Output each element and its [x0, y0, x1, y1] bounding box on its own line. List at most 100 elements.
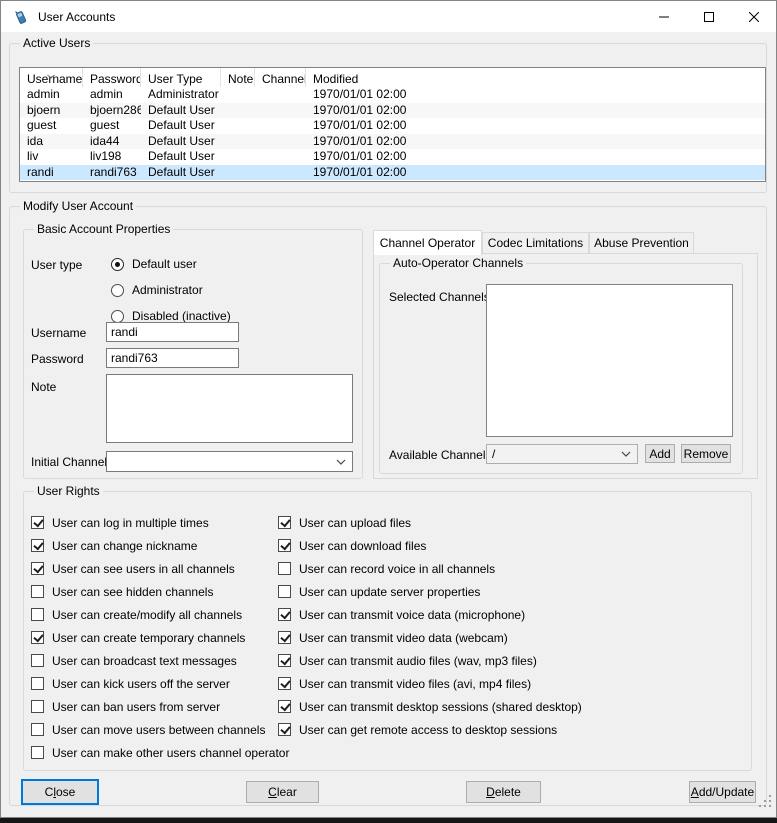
unchecked-checkbox-icon[interactable]: [31, 723, 44, 736]
radio-default-user[interactable]: Default user: [111, 251, 231, 277]
cell-username: randi: [20, 165, 83, 181]
unchecked-checkbox-icon[interactable]: [31, 585, 44, 598]
close-window-button[interactable]: [731, 1, 776, 32]
checked-checkbox-icon[interactable]: [278, 700, 291, 713]
username-label: Username: [31, 326, 86, 340]
checked-checkbox-icon[interactable]: [278, 654, 291, 667]
checked-checkbox-icon[interactable]: [278, 631, 291, 644]
clear-button[interactable]: Clear: [246, 781, 319, 803]
delete-button[interactable]: Delete: [466, 781, 541, 803]
screen: User Accounts Active Users UsernamePassw…: [0, 0, 777, 823]
unchecked-checkbox-icon[interactable]: [31, 746, 44, 759]
tab-abuse-prevention[interactable]: Abuse Prevention: [589, 232, 694, 254]
unchecked-checkbox-icon[interactable]: [31, 654, 44, 667]
checkbox-user-can-transmit-video-files-avi-mp4-files[interactable]: User can transmit video files (avi, mp4 …: [278, 672, 582, 695]
maximize-button[interactable]: [686, 1, 731, 32]
cell-password: admin: [83, 87, 141, 103]
cell-modified: 1970/01/01 02:00: [306, 118, 765, 134]
add-update-button[interactable]: Add/Update: [689, 781, 756, 803]
available-channels-value: /: [492, 447, 495, 461]
user-row-bjoern[interactable]: bjoernbjoern286Default User1970/01/01 02…: [20, 103, 765, 119]
note-field[interactable]: [106, 374, 353, 443]
radio-administrator[interactable]: Administrator: [111, 277, 231, 303]
selected-channels-listbox[interactable]: [486, 284, 733, 437]
checked-checkbox-icon[interactable]: [278, 677, 291, 690]
column-header-user-type[interactable]: User Type: [141, 68, 221, 87]
unchecked-checkbox-icon[interactable]: [31, 700, 44, 713]
checkbox-user-can-download-files[interactable]: User can download files: [278, 534, 582, 557]
active-users-table[interactable]: UsernamePasswordUser TypeNoteChannelModi…: [19, 67, 766, 182]
password-field[interactable]: [106, 348, 239, 368]
close-button[interactable]: Close: [21, 779, 99, 805]
unchecked-checkbox-icon[interactable]: [31, 677, 44, 690]
initial-channel-combobox[interactable]: [106, 451, 353, 472]
unchecked-checkbox-icon[interactable]: [278, 562, 291, 575]
checkbox-label: User can update server properties: [299, 585, 480, 599]
checked-checkbox-icon[interactable]: [31, 562, 44, 575]
radio-icon[interactable]: [111, 310, 124, 323]
user-row-guest[interactable]: guestguestDefault User1970/01/01 02:00: [20, 118, 765, 134]
cell-modified: 1970/01/01 02:00: [306, 149, 765, 165]
add-button[interactable]: Add: [645, 444, 675, 463]
username-field[interactable]: [106, 322, 239, 342]
checkbox-label: User can kick users off the server: [52, 677, 230, 691]
checkbox-user-can-log-in-multiple-times[interactable]: User can log in multiple times: [31, 511, 289, 534]
checkbox-user-can-record-voice-in-all-channels[interactable]: User can record voice in all channels: [278, 557, 582, 580]
checkbox-label: User can transmit video data (webcam): [299, 631, 508, 645]
checkbox-label: User can get remote access to desktop se…: [299, 723, 557, 737]
checked-checkbox-icon[interactable]: [278, 608, 291, 621]
cell-modified: 1970/01/01 02:00: [306, 87, 765, 103]
checkbox-user-can-transmit-desktop-sessions-shared-desktop[interactable]: User can transmit desktop sessions (shar…: [278, 695, 582, 718]
unchecked-checkbox-icon[interactable]: [278, 585, 291, 598]
checked-checkbox-icon[interactable]: [278, 516, 291, 529]
column-header-username[interactable]: Username: [20, 68, 83, 87]
radio-icon[interactable]: [111, 284, 124, 297]
user-row-liv[interactable]: livliv198Default User1970/01/01 02:00: [20, 149, 765, 165]
column-header-channel[interactable]: Channel: [255, 68, 306, 87]
user-row-randi[interactable]: randirandi763Default User1970/01/01 02:0…: [20, 165, 765, 181]
checkbox-user-can-transmit-voice-data-microphone[interactable]: User can transmit voice data (microphone…: [278, 603, 582, 626]
checkbox-user-can-move-users-between-channels[interactable]: User can move users between channels: [31, 718, 289, 741]
radio-icon[interactable]: [111, 258, 124, 271]
checkbox-label: User can download files: [299, 539, 426, 553]
checkbox-user-can-change-nickname[interactable]: User can change nickname: [31, 534, 289, 557]
checked-checkbox-icon[interactable]: [31, 539, 44, 552]
checked-checkbox-icon[interactable]: [31, 631, 44, 644]
cell-note: [221, 134, 255, 150]
checkbox-label: User can see hidden channels: [52, 585, 213, 599]
checkbox-user-can-see-hidden-channels[interactable]: User can see hidden channels: [31, 580, 289, 603]
checked-checkbox-icon[interactable]: [278, 539, 291, 552]
tab-channel-operator[interactable]: Channel Operator: [373, 230, 482, 255]
unchecked-checkbox-icon[interactable]: [31, 608, 44, 621]
checkbox-user-can-make-other-users-channel-operator[interactable]: User can make other users channel operat…: [31, 741, 289, 764]
remove-button[interactable]: Remove: [681, 444, 731, 463]
checkbox-user-can-create-temporary-channels[interactable]: User can create temporary channels: [31, 626, 289, 649]
password-label: Password: [31, 352, 84, 366]
minimize-button[interactable]: [641, 1, 686, 32]
checkbox-user-can-see-users-in-all-channels[interactable]: User can see users in all channels: [31, 557, 289, 580]
cell-user-type: Default User: [141, 118, 221, 134]
checkbox-user-can-update-server-properties[interactable]: User can update server properties: [278, 580, 582, 603]
checkbox-user-can-kick-users-off-the-server[interactable]: User can kick users off the server: [31, 672, 289, 695]
minimize-icon: [659, 12, 669, 22]
cell-channel: [255, 87, 306, 103]
user-row-ida[interactable]: idaida44Default User1970/01/01 02:00: [20, 134, 765, 150]
checkbox-user-can-transmit-video-data-webcam[interactable]: User can transmit video data (webcam): [278, 626, 582, 649]
resize-grip[interactable]: [759, 795, 772, 813]
checked-checkbox-icon[interactable]: [278, 723, 291, 736]
checkbox-user-can-get-remote-access-to-desktop-sessions[interactable]: User can get remote access to desktop se…: [278, 718, 582, 741]
column-header-note[interactable]: Note: [221, 68, 255, 87]
checkbox-user-can-create-modify-all-channels[interactable]: User can create/modify all channels: [31, 603, 289, 626]
checkbox-user-can-transmit-audio-files-wav-mp3-files[interactable]: User can transmit audio files (wav, mp3 …: [278, 649, 582, 672]
checkbox-user-can-broadcast-text-messages[interactable]: User can broadcast text messages: [31, 649, 289, 672]
checkbox-user-can-ban-users-from-server[interactable]: User can ban users from server: [31, 695, 289, 718]
user-row-admin[interactable]: adminadminAdministrator1970/01/01 02:00: [20, 87, 765, 103]
available-channels-combobox[interactable]: /: [486, 444, 638, 464]
cell-channel: [255, 103, 306, 119]
column-header-modified[interactable]: Modified: [306, 68, 765, 87]
checkbox-user-can-upload-files[interactable]: User can upload files: [278, 511, 582, 534]
column-header-password[interactable]: Password: [83, 68, 141, 87]
tab-codec-limitations[interactable]: Codec Limitations: [482, 232, 589, 254]
checked-checkbox-icon[interactable]: [31, 516, 44, 529]
chevron-down-icon: [621, 451, 631, 457]
